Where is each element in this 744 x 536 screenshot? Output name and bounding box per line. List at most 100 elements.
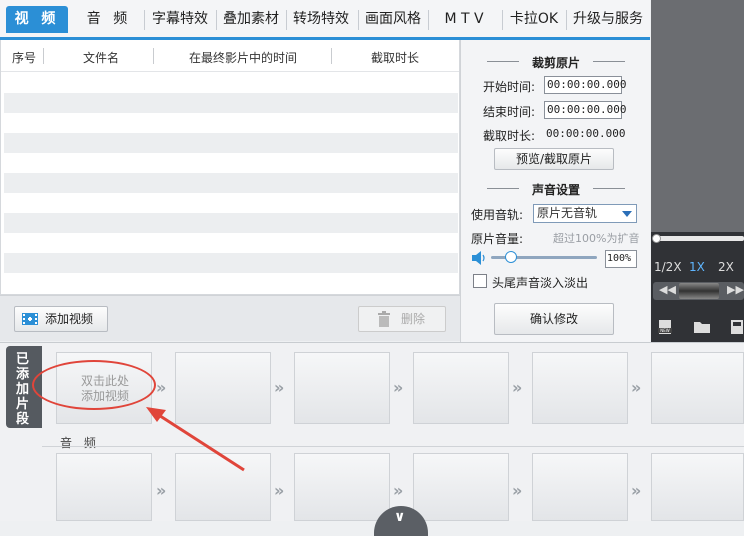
tab-divider xyxy=(216,10,217,30)
main-tab-bar: 视 频 音 频 字幕特效 叠加素材 转场特效 画面风格 M T V 卡拉OK 升… xyxy=(0,0,650,40)
chevron-right-icon: » xyxy=(512,481,523,500)
tab-subtitle-effects[interactable]: 字幕特效 xyxy=(146,6,214,33)
collapse-icon: ∨ xyxy=(394,509,406,525)
tab-video[interactable]: 视 频 xyxy=(6,6,68,33)
audio-section-title: 声音设置 xyxy=(531,183,580,197)
video-list: 序号 文件名 在最终影片中的时间 截取时长 xyxy=(0,40,460,295)
audio-clip-slot[interactable] xyxy=(294,453,390,521)
annotation-arrow xyxy=(146,407,245,472)
crop-section-title: 裁剪原片 xyxy=(531,56,580,70)
tab-divider xyxy=(502,10,503,30)
tab-divider xyxy=(428,10,429,30)
tab-transitions[interactable]: 转场特效 xyxy=(288,6,354,33)
duration-label: 截取时长: xyxy=(483,129,536,143)
open-folder-icon[interactable] xyxy=(693,320,711,334)
chevron-right-icon: » xyxy=(393,481,404,500)
column-duration[interactable]: 截取时长 xyxy=(371,49,419,66)
tab-divider xyxy=(358,10,359,30)
list-toolbar: 添加视频 删除 xyxy=(0,295,460,341)
speed-half[interactable]: 1/2X xyxy=(654,260,682,274)
tab-divider xyxy=(566,10,567,30)
list-header: 序号 文件名 在最终影片中的时间 截取时长 xyxy=(1,40,459,72)
list-row[interactable] xyxy=(4,173,458,193)
speed-normal[interactable]: 1X xyxy=(689,260,705,274)
track-label: 使用音轨: xyxy=(471,208,524,222)
video-clip-slot[interactable] xyxy=(294,352,390,424)
column-filename[interactable]: 文件名 xyxy=(83,49,119,66)
chevron-right-icon: » xyxy=(631,481,642,500)
column-final-time[interactable]: 在最终影片中的时间 xyxy=(189,49,297,66)
duration-value: 00:00:00.000 xyxy=(546,127,626,140)
svg-text:NEW: NEW xyxy=(660,328,670,333)
volume-label: 原片音量: xyxy=(471,232,524,246)
trash-icon xyxy=(378,311,390,327)
volume-slider-handle[interactable] xyxy=(505,251,517,263)
dropdown-arrow-icon xyxy=(622,211,632,217)
video-clip-slot[interactable] xyxy=(413,352,509,424)
start-time-input[interactable]: 00:00:00.000 xyxy=(544,76,626,94)
track-select-value: 原片无音轨 xyxy=(537,206,598,220)
tab-mtv[interactable]: M T V xyxy=(430,6,498,33)
chevron-right-icon: » xyxy=(393,378,404,397)
volume-hint: 超过100%为扩音 xyxy=(553,232,640,245)
column-divider xyxy=(43,48,44,64)
add-video-label: 添加视频 xyxy=(45,312,94,326)
add-video-button[interactable]: 添加视频 xyxy=(14,306,108,332)
video-clip-slot[interactable] xyxy=(532,352,628,424)
tab-divider xyxy=(144,10,145,30)
clip-settings-panel: 裁剪原片 开始时间: 00:00:00.000 结束时间: 00:00:00.0… xyxy=(460,40,650,342)
chevron-right-icon: » xyxy=(274,378,285,397)
speaker-icon xyxy=(472,251,485,265)
speed-double[interactable]: 2X xyxy=(718,260,734,274)
delete-button[interactable]: 删除 xyxy=(358,306,446,332)
end-time-label: 结束时间: xyxy=(483,105,536,119)
jog-wheel[interactable] xyxy=(679,283,719,299)
audio-clip-slot[interactable] xyxy=(413,453,509,521)
list-row[interactable] xyxy=(4,93,458,113)
list-row[interactable] xyxy=(4,133,458,153)
delete-label: 删除 xyxy=(401,312,426,326)
divider xyxy=(593,188,625,189)
chevron-right-icon: » xyxy=(631,378,642,397)
tab-overlay[interactable]: 叠加素材 xyxy=(218,6,284,33)
jog-bar: ◀◀ ▶▶ xyxy=(653,282,744,300)
chevron-right-icon: » xyxy=(156,378,167,397)
end-time-input[interactable]: 00:00:00.000 xyxy=(544,101,626,119)
list-row[interactable] xyxy=(4,213,458,233)
save-icon[interactable] xyxy=(731,320,743,334)
film-add-icon xyxy=(22,313,38,325)
rewind-icon[interactable]: ◀◀ xyxy=(659,283,676,296)
video-preview xyxy=(651,0,744,232)
tab-karaoke[interactable]: 卡拉OK xyxy=(504,6,564,33)
added-clips-tab-label: 已添加片段 xyxy=(16,352,30,427)
new-project-icon[interactable]: NEW xyxy=(657,319,673,335)
forward-icon[interactable]: ▶▶ xyxy=(727,283,744,296)
fade-checkbox[interactable] xyxy=(473,274,487,288)
tab-upgrade[interactable]: 升级与服务 xyxy=(568,6,648,33)
start-time-label: 开始时间: xyxy=(483,80,536,94)
tab-audio[interactable]: 音 频 xyxy=(78,6,140,33)
chevron-right-icon: » xyxy=(274,481,285,500)
audio-clip-slot[interactable] xyxy=(532,453,628,521)
column-divider xyxy=(153,48,154,64)
tab-divider xyxy=(286,10,287,30)
project-toolbar: NEW xyxy=(651,312,744,342)
audio-clip-slot[interactable] xyxy=(651,453,744,521)
preview-crop-button[interactable]: 预览/截取原片 xyxy=(494,148,614,170)
column-divider xyxy=(331,48,332,64)
confirm-button[interactable]: 确认修改 xyxy=(494,303,614,335)
tab-styles[interactable]: 画面风格 xyxy=(360,6,426,33)
chevron-right-icon: » xyxy=(156,481,167,500)
volume-input[interactable]: 100% xyxy=(605,250,637,268)
progress-bar[interactable] xyxy=(655,236,744,241)
column-index[interactable]: 序号 xyxy=(12,49,36,66)
audio-clip-slot[interactable] xyxy=(56,453,152,521)
progress-handle[interactable] xyxy=(652,234,661,243)
video-clip-slot[interactable] xyxy=(651,352,744,424)
divider xyxy=(593,61,625,62)
chevron-right-icon: » xyxy=(512,378,523,397)
track-select[interactable]: 原片无音轨 xyxy=(533,204,637,223)
annotation-ellipse xyxy=(32,360,156,410)
list-row[interactable] xyxy=(4,253,458,273)
audio-track-label: 音 频 xyxy=(60,436,100,450)
